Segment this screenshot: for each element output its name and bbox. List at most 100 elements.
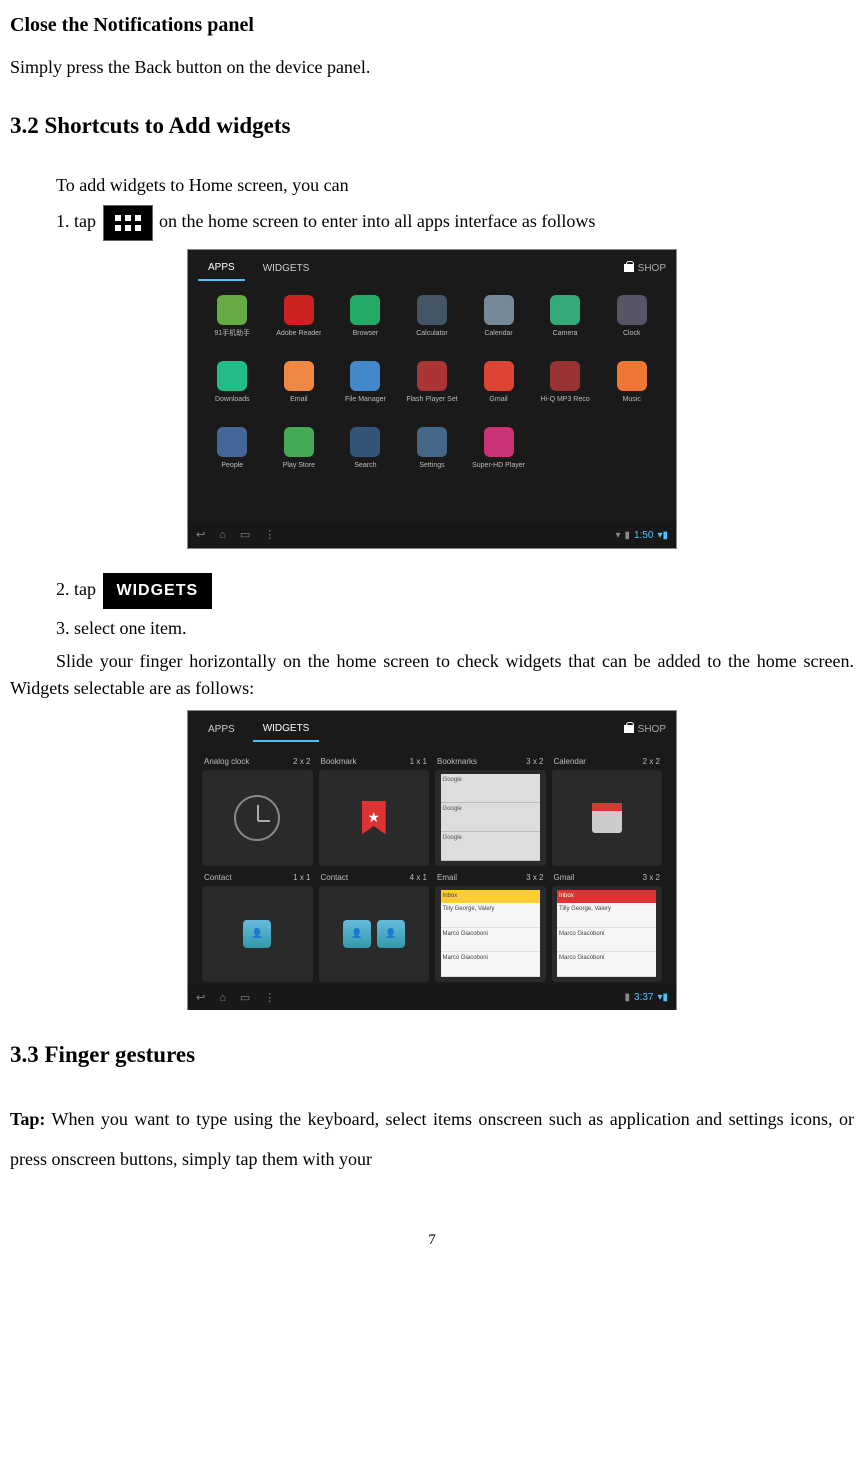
status-bar-2: ▮ 3:37 ▾▮	[624, 990, 668, 1005]
app-label: Super-HD Player	[472, 461, 525, 472]
status-bar: ▾ ▮ 1:50 ▾▮	[615, 528, 668, 543]
signal-icon: ▾▮	[657, 528, 668, 543]
widget-header: Bookmarks 3 x 2	[435, 756, 546, 770]
step-1-text-a: 1. tap	[56, 211, 96, 231]
recent-icon[interactable]	[240, 527, 250, 544]
back-icon-2[interactable]	[196, 990, 205, 1007]
shop-label-2: SHOP	[638, 722, 666, 737]
widget-item[interactable]: Email 3 x 2 InboxTilly George, ValeryMarco…	[435, 872, 546, 982]
widget-item[interactable]: Gmail3 x 2InboxTilly George, ValeryMarco…	[552, 872, 663, 982]
widget-preview: GoogleGoogleGoogle	[435, 770, 546, 866]
widget-preview: 👤👤	[319, 886, 430, 982]
app-item[interactable]: File Manager	[335, 361, 396, 421]
widget-name: Bookmarks	[437, 756, 477, 768]
widget-item[interactable]: Analog clock2 x 2	[202, 756, 313, 866]
app-item[interactable]: 91手机助手	[202, 295, 263, 355]
widget-header: Bookmark1 x 1	[319, 756, 430, 770]
widget-item[interactable]: Calendar2 x 2	[552, 756, 663, 866]
widget-preview: 👤	[202, 886, 313, 982]
app-item[interactable]: Search	[335, 427, 396, 487]
widget-preview: InboxTilly George, ValeryMarco Giacoboni…	[552, 886, 663, 982]
app-icon	[417, 427, 447, 457]
app-icon	[417, 295, 447, 325]
app-label: Settings	[419, 461, 444, 472]
app-item[interactable]: Hi-Q MP3 Reco	[535, 361, 596, 421]
battery-icon: ▮	[624, 528, 630, 543]
app-item[interactable]: Play Store	[269, 427, 330, 487]
app-item[interactable]: Browser	[335, 295, 396, 355]
signal-icon-2: ▾▮	[657, 990, 668, 1005]
app-item[interactable]: People	[202, 427, 263, 487]
widget-name: Gmail	[554, 872, 575, 884]
apps-grid: 91手机助手 Adobe Reader Browser Calculator Calen…	[188, 287, 676, 524]
step-2-text: 2. tap	[56, 579, 96, 599]
menu-icon[interactable]	[264, 527, 275, 544]
app-item[interactable]: Settings	[402, 427, 463, 487]
app-label: People	[221, 461, 243, 472]
app-item[interactable]: Flash Player Set	[402, 361, 463, 421]
close-panel-body: Simply press the Back button on the devi…	[10, 54, 854, 81]
shop-label: SHOP	[638, 261, 666, 276]
widget-header: Email 3 x 2	[435, 872, 546, 886]
app-item[interactable]: Super-HD Player	[468, 427, 529, 487]
recent-icon-2[interactable]	[240, 990, 250, 1007]
app-item[interactable]: Music	[601, 361, 662, 421]
app-icon	[284, 427, 314, 457]
shop-icon	[624, 264, 634, 272]
app-label: Clock	[623, 329, 641, 340]
tab-apps[interactable]: APPS	[198, 256, 245, 281]
app-item[interactable]: Calculator	[402, 295, 463, 355]
app-item[interactable]: Calendar	[468, 295, 529, 355]
clock-time-2: 3:37	[634, 990, 653, 1005]
app-label: Downloads	[215, 395, 250, 406]
home-icon-2[interactable]	[219, 990, 226, 1007]
tab-apps-2[interactable]: APPS	[198, 718, 245, 741]
tab-widgets[interactable]: WIDGETS	[253, 257, 320, 280]
back-icon[interactable]	[196, 527, 205, 544]
app-label: Flash Player Set	[406, 395, 457, 406]
widget-item[interactable]: Bookmark1 x 1★	[319, 756, 430, 866]
widget-name: Contact	[204, 872, 232, 884]
clock-time: 1:50	[634, 528, 653, 543]
home-icon[interactable]	[219, 527, 226, 544]
app-icon	[350, 295, 380, 325]
widget-item[interactable]: Contact 1 x 1 👤	[202, 872, 313, 982]
widget-size: 4 x 1	[410, 872, 427, 884]
widget-preview: InboxTilly George, ValeryMarco Giacoboni…	[435, 886, 546, 982]
shop-icon-2	[624, 725, 634, 733]
page-number: 7	[10, 1229, 854, 1252]
app-icon	[350, 361, 380, 391]
step-1-text-b: on the home screen to enter into all app…	[159, 211, 595, 231]
widget-size: 1 x 1	[293, 872, 310, 884]
tab-widgets-2[interactable]: WIDGETS	[253, 717, 320, 742]
widget-name: Contact	[321, 872, 349, 884]
shop-button-2[interactable]: SHOP	[624, 722, 666, 737]
app-icon	[550, 361, 580, 391]
app-icon	[550, 295, 580, 325]
app-item[interactable]: Adobe Reader	[269, 295, 330, 355]
app-item[interactable]: Gmail	[468, 361, 529, 421]
app-icon	[350, 427, 380, 457]
apps-screenshot: APPS WIDGETS SHOP 91手机助手 Adobe Reader Brow…	[187, 249, 677, 549]
app-label: 91手机助手	[214, 329, 250, 340]
tap-gesture: Tap: When you want to type using the key…	[10, 1100, 854, 1179]
app-icon	[484, 427, 514, 457]
app-item[interactable]: Clock	[601, 295, 662, 355]
app-icon	[417, 361, 447, 391]
widget-size: 3 x 2	[526, 756, 543, 768]
widget-name: Email	[437, 872, 457, 884]
shop-button[interactable]: SHOP	[624, 261, 666, 276]
tap-body: When you want to type using the keyboard…	[10, 1109, 854, 1169]
widget-item[interactable]: Bookmarks 3 x 2 GoogleGoogleGoogle	[435, 756, 546, 866]
app-item[interactable]: Downloads	[202, 361, 263, 421]
battery-icon-2: ▮	[624, 990, 630, 1005]
app-label: Adobe Reader	[276, 329, 321, 340]
widget-item[interactable]: Contact 4 x 1 👤👤	[319, 872, 430, 982]
app-label: Calculator	[416, 329, 448, 340]
app-icon	[217, 295, 247, 325]
widget-size: 3 x 2	[526, 872, 543, 884]
app-item[interactable]: Email	[269, 361, 330, 421]
menu-icon-2[interactable]	[264, 990, 275, 1007]
widgets-intro: To add widgets to Home screen, you can	[10, 172, 854, 199]
app-item[interactable]: Camera	[535, 295, 596, 355]
